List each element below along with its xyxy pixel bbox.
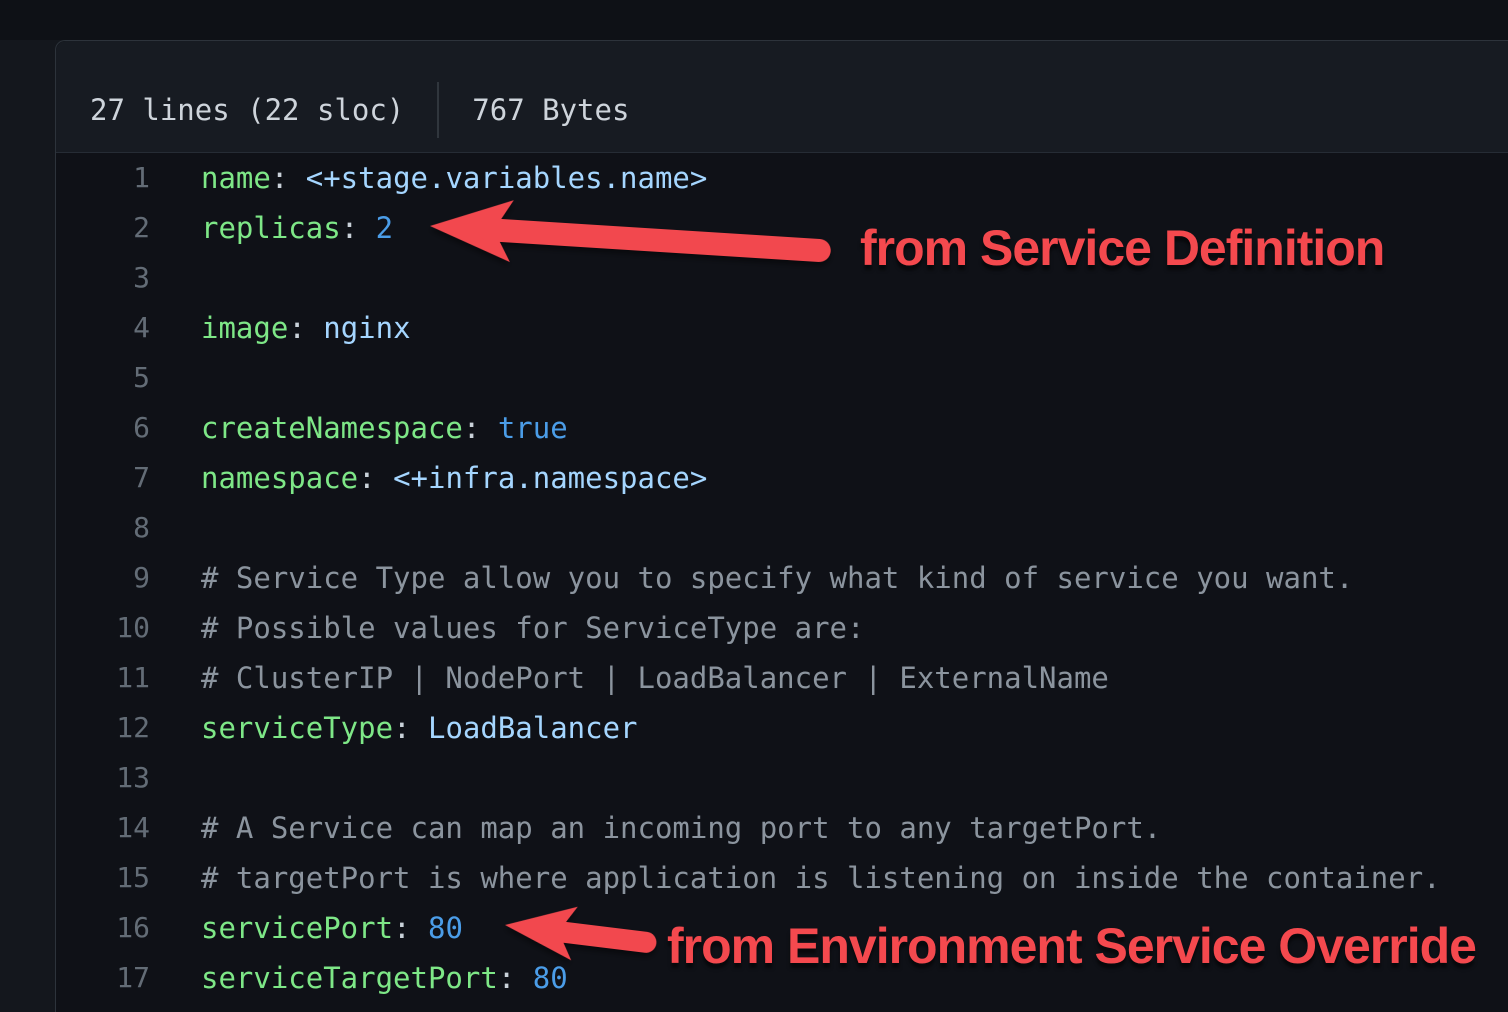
code-line: 12 serviceType: LoadBalancer bbox=[56, 703, 1508, 753]
token-str: nginx bbox=[323, 311, 410, 345]
line-number[interactable]: 14 bbox=[56, 803, 150, 853]
code-line: 6 createNamespace: true bbox=[56, 403, 1508, 453]
token-str: <+infra.namespace> bbox=[393, 461, 707, 495]
token-punct: : bbox=[288, 311, 323, 345]
token-key: serviceType bbox=[201, 711, 393, 745]
line-number[interactable]: 6 bbox=[56, 403, 150, 453]
token-str: LoadBalancer bbox=[428, 711, 638, 745]
file-content-box: 27 lines (22 sloc) 767 Bytes 1 name: <+st… bbox=[55, 40, 1508, 1012]
line-number[interactable]: 7 bbox=[56, 453, 150, 503]
code-text: createNamespace: true bbox=[201, 403, 568, 453]
code-text: namespace: <+infra.namespace> bbox=[201, 453, 707, 503]
line-number[interactable]: 11 bbox=[56, 653, 150, 703]
header-divider bbox=[437, 82, 439, 138]
line-number[interactable]: 17 bbox=[56, 953, 150, 1003]
code-text: # Possible values for ServiceType are: bbox=[201, 603, 864, 653]
line-number[interactable]: 8 bbox=[56, 503, 150, 553]
line-number[interactable]: 12 bbox=[56, 703, 150, 753]
line-number[interactable]: 16 bbox=[56, 903, 150, 953]
code-line: 15 # targetPort is where application is l… bbox=[56, 853, 1508, 903]
code-line: 1 name: <+stage.variables.name> bbox=[56, 153, 1508, 203]
line-number[interactable]: 4 bbox=[56, 303, 150, 353]
code-line: 8 bbox=[56, 503, 1508, 553]
token-comment: # targetPort is where application is lis… bbox=[201, 861, 1441, 895]
token-num: true bbox=[498, 411, 568, 445]
annotation-environment-override: from Environment Service Override bbox=[667, 921, 1476, 971]
token-key: namespace bbox=[201, 461, 358, 495]
line-number[interactable]: 5 bbox=[56, 353, 150, 403]
code-text: # Service Type allow you to specify what… bbox=[201, 553, 1353, 603]
token-comment: # Possible values for ServiceType are: bbox=[201, 611, 864, 645]
code-line: 9 # Service Type allow you to specify wha… bbox=[56, 553, 1508, 603]
token-punct: : bbox=[271, 161, 306, 195]
code-line: 13 bbox=[56, 753, 1508, 803]
code-text: # A Service can map an incoming port to … bbox=[201, 803, 1161, 853]
code-text: image: nginx bbox=[201, 303, 411, 353]
line-number[interactable]: 2 bbox=[56, 203, 150, 253]
token-str: <+stage.variables.name> bbox=[306, 161, 708, 195]
code-line: 14 # A Service can map an incoming port t… bbox=[56, 803, 1508, 853]
line-number[interactable]: 1 bbox=[56, 153, 150, 203]
token-punct: : bbox=[358, 461, 393, 495]
line-number[interactable]: 10 bbox=[56, 603, 150, 653]
token-key: name bbox=[201, 161, 271, 195]
code-text: servicePort: 80 bbox=[201, 903, 463, 953]
token-punct: : bbox=[498, 961, 533, 995]
token-punct: : bbox=[393, 911, 428, 945]
annotation-service-definition: from Service Definition bbox=[860, 223, 1384, 273]
token-key: createNamespace bbox=[201, 411, 463, 445]
token-key: serviceTargetPort bbox=[201, 961, 498, 995]
token-punct: : bbox=[463, 411, 498, 445]
line-number[interactable]: 9 bbox=[56, 553, 150, 603]
token-num: 80 bbox=[428, 911, 463, 945]
line-number[interactable]: 3 bbox=[56, 253, 150, 303]
token-num: 2 bbox=[376, 211, 393, 245]
line-number[interactable]: 15 bbox=[56, 853, 150, 903]
code-text: replicas: 2 bbox=[201, 203, 393, 253]
code-text: serviceType: LoadBalancer bbox=[201, 703, 638, 753]
code-text: # ClusterIP | NodePort | LoadBalancer | … bbox=[201, 653, 1109, 703]
token-comment: # ClusterIP | NodePort | LoadBalancer | … bbox=[201, 661, 1109, 695]
token-punct: : bbox=[393, 711, 428, 745]
file-lines-info: 27 lines (22 sloc) bbox=[90, 93, 404, 127]
token-key: image bbox=[201, 311, 288, 345]
token-comment: # A Service can map an incoming port to … bbox=[201, 811, 1161, 845]
token-key: servicePort bbox=[201, 911, 393, 945]
code-line: 11 # ClusterIP | NodePort | LoadBalancer … bbox=[56, 653, 1508, 703]
code-line: 7 namespace: <+infra.namespace> bbox=[56, 453, 1508, 503]
line-number[interactable]: 13 bbox=[56, 753, 150, 803]
code-line: 5 bbox=[56, 353, 1508, 403]
token-key: replicas bbox=[201, 211, 341, 245]
code-text: serviceTargetPort: 80 bbox=[201, 953, 568, 1003]
token-punct: : bbox=[341, 211, 376, 245]
file-size-info: 767 Bytes bbox=[472, 93, 629, 127]
file-header: 27 lines (22 sloc) 767 Bytes bbox=[56, 41, 1508, 153]
top-strip bbox=[0, 0, 1508, 40]
code-text: # targetPort is where application is lis… bbox=[201, 853, 1441, 903]
code-line: 10 # Possible values for ServiceType are: bbox=[56, 603, 1508, 653]
token-comment: # Service Type allow you to specify what… bbox=[201, 561, 1353, 595]
code-line: 4 image: nginx bbox=[56, 303, 1508, 353]
